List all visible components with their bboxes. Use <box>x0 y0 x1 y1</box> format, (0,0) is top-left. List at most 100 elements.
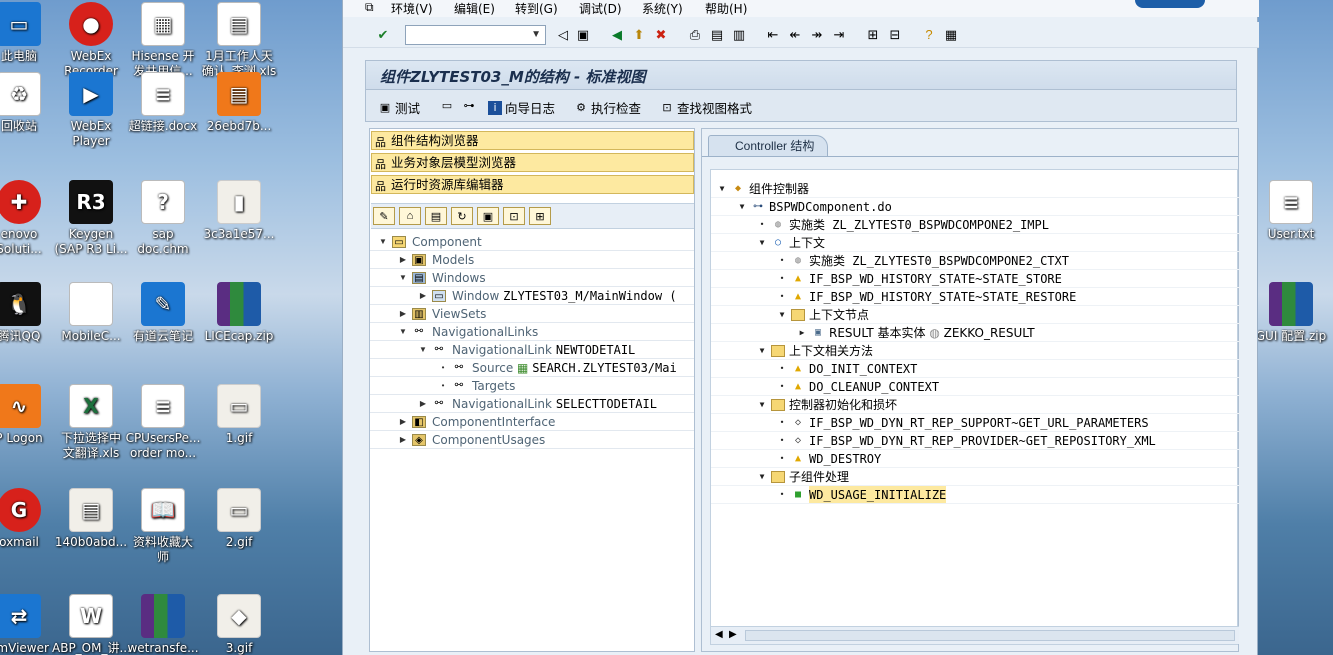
chevron-down-icon[interactable]: ▼ <box>531 29 541 40</box>
create-icon[interactable]: ⌂ <box>399 207 421 225</box>
expand-icon[interactable]: ▶ <box>398 431 408 448</box>
desktop-icon[interactable]: wetransfe... <box>124 594 202 655</box>
collapse-icon[interactable]: ▼ <box>757 234 767 251</box>
desktop-icon[interactable]: ♻ 回收站 <box>0 72 58 134</box>
tree-node[interactable]: • ⚯ Targets <box>370 377 694 395</box>
expand-icon[interactable]: • <box>438 377 448 394</box>
expand-icon[interactable]: ▶ <box>398 251 408 268</box>
display-icon[interactable]: ▣ <box>477 207 499 225</box>
help-icon[interactable]: ? <box>921 27 937 43</box>
collapse-icon[interactable]: ▼ <box>757 342 767 359</box>
menu-edit[interactable]: 编辑(E) <box>454 0 495 17</box>
collapse-icon[interactable]: ▼ <box>378 233 388 250</box>
expand-icon[interactable]: ▶ <box>797 324 807 341</box>
refresh-icon[interactable]: ↻ <box>451 207 473 225</box>
desktop-icon[interactable]: GUI 配置.zip <box>1252 282 1330 344</box>
tree-node[interactable]: ▼ ▤ Windows <box>370 269 694 287</box>
desktop-icon[interactable]: ≡ User.txt <box>1252 180 1330 242</box>
layout-icon[interactable]: ▦ <box>943 27 959 43</box>
collapse-icon[interactable]: ◁ <box>555 27 571 43</box>
desktop-icon[interactable]: ▭ 此电脑 <box>0 2 58 64</box>
desktop-icon[interactable]: ▭ 2.gif <box>200 488 278 550</box>
scroll-track[interactable] <box>745 630 1235 641</box>
last-page-icon[interactable]: ⇥ <box>831 27 847 43</box>
expand-icon[interactable]: ▶ <box>418 287 428 304</box>
edit-icon[interactable]: ✎ <box>373 207 395 225</box>
menu-debug[interactable]: 调试(D) <box>579 0 622 17</box>
print-icon[interactable]: ⎙ <box>687 27 703 43</box>
next-page-icon[interactable]: ↠ <box>809 27 825 43</box>
collapse-icon[interactable]: ▼ <box>398 323 408 340</box>
controller-tree-node[interactable]: ▼ ○ 上下文 <box>711 234 1239 252</box>
collapse-icon[interactable]: ▼ <box>418 341 428 358</box>
desktop-icon[interactable]: ≡ CPUsersPe... order mo... <box>124 384 202 461</box>
run-check-button[interactable]: ⚙ 执行检查 <box>574 98 641 117</box>
expand-icon[interactable]: ▶ <box>418 395 428 412</box>
controller-tree-node[interactable]: ▶ ▣ RESULT 基本实体 ◍ ZEKKO_RESULT <box>711 324 1239 342</box>
desktop-icon[interactable]: ? sap doc.chm <box>124 180 202 257</box>
find-next-icon[interactable]: ▥ <box>731 27 747 43</box>
tree-node[interactable]: ▶ ◧ ComponentInterface <box>370 413 694 431</box>
desktop-icon[interactable]: ▮ 3c3a1e57... <box>200 180 278 242</box>
cancel-icon[interactable]: ✖ <box>653 27 669 43</box>
horizontal-scrollbar[interactable]: ◀ ▶ <box>711 626 1239 644</box>
scroll-right-icon[interactable]: ▶ <box>729 629 737 640</box>
desktop-icon[interactable]: 🐧 腾讯QQ <box>0 282 58 344</box>
desktop-icon[interactable]: LICEcap.zip <box>200 282 278 344</box>
desktop-icon[interactable]: ▦ Hisense 开发共用信... <box>124 2 202 79</box>
desktop-icon[interactable]: ▤ 140b0abd... <box>52 488 130 550</box>
display-toggle-button[interactable]: ▭ <box>440 98 454 112</box>
collapse-icon[interactable]: ▼ <box>757 396 767 413</box>
controller-tree-node[interactable]: • ■ WD_USAGE_INITIALIZE <box>711 486 1239 504</box>
collapse-icon[interactable]: ▼ <box>777 306 787 323</box>
back-icon[interactable]: ◀ <box>609 27 625 43</box>
test-button[interactable]: ▣ 测试 <box>378 98 420 117</box>
menu-icon[interactable]: ⧉ <box>365 0 379 14</box>
desktop-icon[interactable]: ≡ 超链接.docx <box>124 72 202 134</box>
expand-icon[interactable]: • <box>438 359 448 376</box>
tree-node[interactable]: ▼ ▭ Component <box>370 233 694 251</box>
controller-tree-node[interactable]: • ▲ IF_BSP_WD_HISTORY_STATE~STATE_STORE <box>711 270 1239 288</box>
enter-icon[interactable]: ✔ <box>375 27 391 43</box>
desktop-icon[interactable]: ∿ P Logon <box>0 384 58 446</box>
exit-icon[interactable]: ⬆ <box>631 27 647 43</box>
desktop-icon[interactable]: ⇄ amViewer <box>0 594 58 655</box>
wizard-log-button[interactable]: i 向导日志 <box>488 98 555 117</box>
previous-page-icon[interactable]: ↞ <box>787 27 803 43</box>
desktop-icon[interactable]: ✚ enovo Soluti... <box>0 180 58 257</box>
collapse-icon[interactable]: ▼ <box>737 198 747 215</box>
menu-goto[interactable]: 转到(G) <box>515 0 558 17</box>
desktop-icon[interactable]: ▭ 1.gif <box>200 384 278 446</box>
find-next-icon[interactable]: ⊞ <box>529 207 551 225</box>
controller-tree-node[interactable]: ▼ 子组件处理 <box>711 468 1239 486</box>
controller-tree-node[interactable]: • ◍ 实施类 ZL_ZLYTEST0_BSPWDCOMPONE2_CTXT <box>711 252 1239 270</box>
controller-tree-node[interactable]: • ◇ IF_BSP_WD_DYN_RT_REP_PROVIDER~GET_REPO… <box>711 432 1239 450</box>
menu-environment[interactable]: 环境(V) <box>391 0 433 17</box>
tree-node[interactable]: ▼ ⚯ NavigationalLink NEWTODETAIL <box>370 341 694 359</box>
desktop-icon[interactable]: ◆ 3.gif <box>200 594 278 655</box>
command-field[interactable]: ▼ <box>405 25 546 45</box>
collapse-icon[interactable]: ▼ <box>757 468 767 485</box>
controller-tree-node[interactable]: ▼ 上下文节点 <box>711 306 1239 324</box>
save-icon[interactable]: ▤ <box>425 207 447 225</box>
expand-icon[interactable]: ▶ <box>398 305 408 322</box>
hierarchy-button[interactable]: ⊶ <box>462 98 476 112</box>
tree-node[interactable]: ▶ ▭ Window ZLYTEST03_M/MainWindow ( <box>370 287 694 305</box>
expand-icon[interactable]: ▶ <box>398 413 408 430</box>
desktop-icon[interactable]: ● WebEx Recorder <box>52 2 130 79</box>
collapse-icon[interactable]: ▼ <box>398 269 408 286</box>
runtime-repository-editor-button[interactable]: 品 运行时资源库编辑器 <box>371 175 694 194</box>
controller-tree-node[interactable]: • ▲ DO_INIT_CONTEXT <box>711 360 1239 378</box>
find-view-format-button[interactable]: ⊡ 查找视图格式 <box>660 98 752 117</box>
component-structure-browser-button[interactable]: 品 组件结构浏览器 <box>371 131 694 150</box>
menu-help[interactable]: 帮助(H) <box>705 0 747 17</box>
desktop-icon[interactable]: ▶ WebEx Player <box>52 72 130 149</box>
controller-tree-node[interactable]: • ◇ IF_BSP_WD_DYN_RT_REP_SUPPORT~GET_URL_P… <box>711 414 1239 432</box>
find-icon[interactable]: ⊡ <box>503 207 525 225</box>
controller-tree-node[interactable]: ▼ ◆ 组件控制器 <box>711 180 1239 198</box>
find-icon[interactable]: ▤ <box>709 27 725 43</box>
tree-node[interactable]: ▼ ⚯ NavigationalLinks <box>370 323 694 341</box>
first-page-icon[interactable]: ⇤ <box>765 27 781 43</box>
tree-node[interactable]: ▶ ⚯ NavigationalLink SELECTTODETAIL <box>370 395 694 413</box>
desktop-icon[interactable]: ▤ 26ebd7b... <box>200 72 278 134</box>
